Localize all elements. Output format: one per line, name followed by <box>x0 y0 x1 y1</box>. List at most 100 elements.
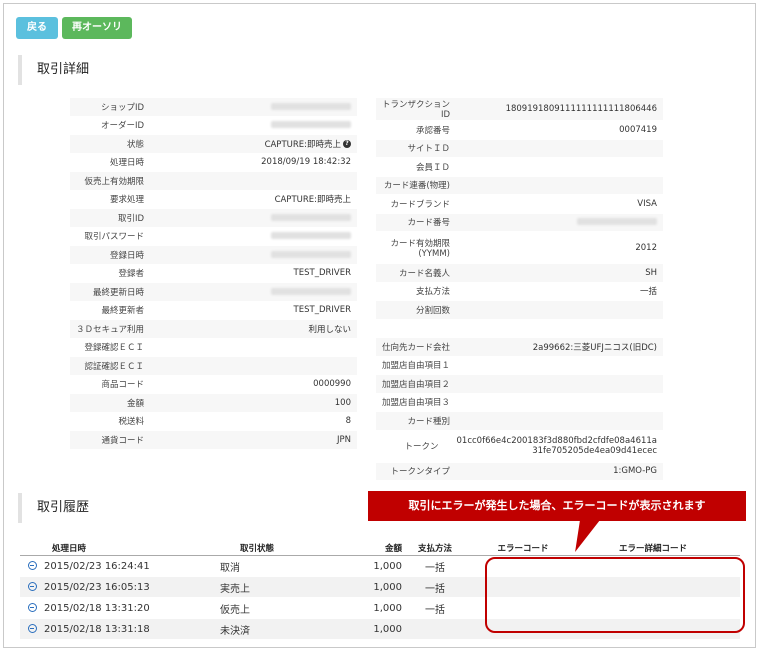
field-value: 一括 <box>468 285 663 297</box>
right-row: 分割回数 <box>376 301 663 320</box>
field-label: 分割回数 <box>415 305 450 316</box>
field-label: サイトＩＤ <box>407 144 450 155</box>
masked-placeholder <box>577 218 657 226</box>
left-row: 仮売上有効期限 <box>70 172 357 191</box>
left-row: 金額 100 <box>70 394 357 413</box>
field-value: 2012 <box>468 243 663 253</box>
field-label: 加盟店自由項目３ <box>381 398 450 409</box>
field-label: トークン <box>404 442 439 452</box>
header-payment: 支払方法 <box>417 543 452 554</box>
field-label: カード連番(物理) <box>383 181 450 192</box>
right-row: カード種別 <box>376 412 663 431</box>
left-row: ショップID <box>70 98 357 117</box>
history-date: 2015/02/18 13:31:18 <box>44 623 150 635</box>
field-label: カードブランド <box>390 199 450 210</box>
right-row: 支払方法 一括 <box>376 282 663 301</box>
masked-placeholder <box>271 102 351 110</box>
field-value: 8 <box>162 416 357 426</box>
expand-icon[interactable] <box>27 582 37 591</box>
right-row: カード有効期限 (YYMM) 2012 <box>376 232 663 264</box>
value-text: JPN <box>337 434 351 445</box>
history-status: 未決済 <box>220 625 250 637</box>
field-value: 2a99662:三菱UFJニコス(旧DC) <box>468 341 663 353</box>
right-row: 加盟店自由項目３ <box>376 393 663 412</box>
field-value: 100 <box>162 398 357 408</box>
field-label: オーダーID <box>100 121 144 132</box>
history-header-row: 処理日時 取引状態 金額 支払方法 エラーコード エラー詳細コード <box>20 540 740 556</box>
history-date: 2015/02/23 16:24:41 <box>44 560 150 572</box>
history-date: 2015/02/23 16:05:13 <box>44 581 150 593</box>
right-row: 会員ＩＤ <box>376 158 663 177</box>
field-label: 金額 <box>126 398 144 409</box>
field-value: 2018/09/19 18:42:32 <box>162 157 357 167</box>
field-label: 加盟店自由項目２ <box>381 379 450 390</box>
expand-icon[interactable] <box>27 603 37 612</box>
field-label: 登録者 <box>118 269 144 280</box>
right-row: トークン 01cc0f66e4c200183f3d880fbd2cfdfe08a4… <box>376 430 664 463</box>
reorder-button[interactable]: 再オーソリ <box>62 17 132 39</box>
value-text: 1809191809111111111111806446 <box>505 104 657 114</box>
right-row: カードブランド VISA <box>376 195 663 214</box>
value-text: SH <box>645 267 657 278</box>
field-label: 通貨コード <box>101 435 144 446</box>
left-row: オーダーID <box>70 116 357 135</box>
masked-placeholder <box>271 287 351 295</box>
right-row: カード名義人 SH <box>376 264 663 283</box>
history-payment: 一括 <box>425 583 445 595</box>
header-amount: 金額 <box>384 543 402 554</box>
value-text: CAPTURE:即時売上 <box>274 195 351 206</box>
field-value: 1809191809111111111111806446 <box>468 104 663 114</box>
detail-left-table: ショップID オーダーID 状態 CAPTURE:即時売上? 処理日時 2018/09/1… <box>70 98 357 450</box>
section-title-history: 取引履歴 <box>18 493 89 523</box>
masked-value <box>162 231 357 241</box>
field-label: 仕向先カード会社 <box>381 342 450 353</box>
value-text: 8 <box>345 416 351 427</box>
field-label: 商品コード <box>101 380 144 391</box>
back-button[interactable]: 戻る <box>16 17 58 39</box>
field-value: CAPTURE:即時売上 <box>162 193 357 205</box>
value-text: 一括 <box>639 287 657 298</box>
field-label: ショップID <box>100 102 144 113</box>
value-text: 2a99662:三菱UFJニコス(旧DC) <box>532 342 657 353</box>
field-value: 0000990 <box>162 379 357 389</box>
section-title-detail: 取引詳細 <box>18 55 89 85</box>
history-amount: 1,000 <box>373 602 402 614</box>
left-row: 要求処理 CAPTURE:即時売上 <box>70 190 357 209</box>
field-value: 0007419 <box>468 125 663 135</box>
value-text: 2018/09/19 18:42:32 <box>261 157 351 168</box>
field-label: カード種別 <box>407 416 450 427</box>
expand-icon[interactable] <box>27 561 37 570</box>
help-icon[interactable]: ? <box>343 140 351 149</box>
field-label: 最終更新者 <box>101 306 144 317</box>
history-date: 2015/02/18 13:31:20 <box>44 602 150 614</box>
left-row: 最終更新者 TEST_DRIVER <box>70 301 357 320</box>
masked-value <box>162 102 357 112</box>
header-status: 取引状態 <box>240 543 275 554</box>
field-label: 仮売上有効期限 <box>84 176 144 187</box>
masked-value <box>162 287 357 297</box>
field-label: トランザクションID <box>381 100 450 120</box>
history-status: 仮売上 <box>220 604 250 616</box>
left-row: 処理日時 2018/09/19 18:42:32 <box>70 153 357 172</box>
field-label: 支払方法 <box>415 287 450 298</box>
field-label: カード番号 <box>407 218 450 229</box>
right-row: トランザクションID 1809191809111111111111806446 <box>376 98 663 121</box>
right-row: 加盟店自由項目１ <box>376 356 663 375</box>
left-row: ３Ｄセキュア利用 利用しない <box>70 320 357 339</box>
value-text: 2012 <box>635 242 657 253</box>
expand-icon[interactable] <box>27 624 37 633</box>
masked-value <box>162 213 357 223</box>
field-value: 01cc0f66e4c200183f3d880fbd2cfdfe08a4611a… <box>457 436 664 456</box>
field-value: VISA <box>468 199 663 209</box>
left-row: 登録日時 <box>70 246 357 265</box>
history-amount: 1,000 <box>373 623 402 635</box>
left-row: 認証確認ＥＣＩ <box>70 357 357 376</box>
history-payment: 一括 <box>425 562 445 574</box>
left-row: 登録確認ＥＣＩ <box>70 338 357 357</box>
left-row: 取引ID <box>70 209 357 228</box>
history-status: 取消 <box>220 562 240 574</box>
value-text: 1:GMO-PG <box>613 466 657 477</box>
value-text: TEST_DRIVER <box>293 268 351 279</box>
left-row: 最終更新日時 <box>70 283 357 302</box>
masked-value <box>162 250 357 260</box>
